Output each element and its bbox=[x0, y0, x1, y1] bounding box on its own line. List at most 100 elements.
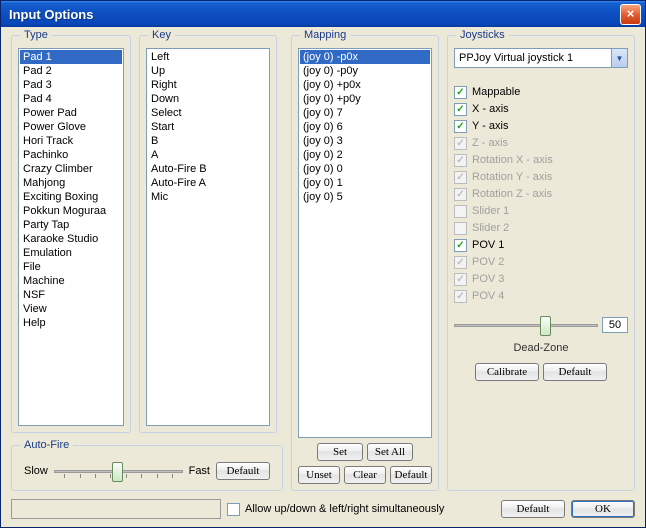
list-item[interactable]: (joy 0) 0 bbox=[300, 162, 430, 176]
list-item[interactable]: NSF bbox=[20, 288, 122, 302]
list-item[interactable]: Right bbox=[148, 78, 268, 92]
checkbox-label: Rotation Z - axis bbox=[472, 186, 552, 203]
list-item[interactable]: Pachinko bbox=[20, 148, 122, 162]
checkbox-label: POV 1 bbox=[472, 237, 504, 254]
list-item[interactable]: (joy 0) -p0y bbox=[300, 64, 430, 78]
list-item[interactable]: Pad 4 bbox=[20, 92, 122, 106]
list-item[interactable]: A bbox=[148, 148, 268, 162]
list-item[interactable]: Power Pad bbox=[20, 106, 122, 120]
joystick-check: ✓ POV 4 bbox=[454, 288, 628, 305]
list-item[interactable]: Left bbox=[148, 50, 268, 64]
joysticks-legend: Joysticks bbox=[456, 29, 509, 41]
list-item[interactable]: Crazy Climber bbox=[20, 162, 122, 176]
type-group: Type Pad 1Pad 2Pad 3Pad 4Power PadPower … bbox=[11, 35, 131, 433]
checkbox-label: POV 2 bbox=[472, 254, 504, 271]
list-item[interactable]: Mic bbox=[148, 190, 268, 204]
list-item[interactable]: Help bbox=[20, 316, 122, 330]
checkbox-icon bbox=[454, 222, 467, 235]
joystick-select[interactable]: PPJoy Virtual joystick 1 ▼ bbox=[454, 48, 628, 68]
list-item[interactable]: (joy 0) +p0y bbox=[300, 92, 430, 106]
calibrate-button[interactable]: Calibrate bbox=[475, 363, 539, 381]
list-item[interactable]: Pad 3 bbox=[20, 78, 122, 92]
list-item[interactable]: Karaoke Studio bbox=[20, 232, 122, 246]
checkbox-icon: ✓ bbox=[454, 171, 467, 184]
list-item[interactable]: Pad 2 bbox=[20, 64, 122, 78]
status-box bbox=[11, 499, 221, 519]
joystick-check[interactable]: ✓ X - axis bbox=[454, 101, 628, 118]
list-item[interactable]: Auto-Fire A bbox=[148, 176, 268, 190]
joysticks-group: Joysticks PPJoy Virtual joystick 1 ▼ ✓Ma… bbox=[447, 35, 635, 491]
list-item[interactable]: (joy 0) 6 bbox=[300, 120, 430, 134]
checkbox-icon: ✓ bbox=[454, 103, 467, 116]
list-item[interactable]: File bbox=[20, 260, 122, 274]
ok-button[interactable]: OK bbox=[571, 500, 635, 518]
joystick-check[interactable]: ✓POV 1 bbox=[454, 237, 628, 254]
input-options-window: Input Options × Type Pad 1Pad 2Pad 3Pad … bbox=[0, 0, 646, 528]
deadzone-value[interactable]: 50 bbox=[602, 317, 628, 333]
list-item[interactable]: View bbox=[20, 302, 122, 316]
mapping-default-button[interactable]: Default bbox=[390, 466, 432, 484]
allow-simul-checkbox[interactable]: Allow up/down & left/right simultaneousl… bbox=[227, 501, 444, 518]
titlebar: Input Options × bbox=[1, 1, 645, 27]
list-item[interactable]: Exciting Boxing bbox=[20, 190, 122, 204]
list-item[interactable]: Start bbox=[148, 120, 268, 134]
list-item[interactable]: (joy 0) -p0x bbox=[300, 50, 430, 64]
joystick-check: ✓ Rotation Y - axis bbox=[454, 169, 628, 186]
list-item[interactable]: Pad 1 bbox=[20, 50, 122, 64]
list-item[interactable]: Hori Track bbox=[20, 134, 122, 148]
list-item[interactable]: Pokkun Moguraa bbox=[20, 204, 122, 218]
joystick-check: ✓POV 3 bbox=[454, 271, 628, 288]
setall-button[interactable]: Set All bbox=[367, 443, 413, 461]
list-item[interactable]: (joy 0) 2 bbox=[300, 148, 430, 162]
list-item[interactable]: Auto-Fire B bbox=[148, 162, 268, 176]
joystick-check[interactable]: ✓Mappable bbox=[454, 84, 628, 101]
checkbox-label: Rotation Y - axis bbox=[472, 169, 552, 186]
joystick-check[interactable]: ✓Y - axis bbox=[454, 118, 628, 135]
list-item[interactable]: (joy 0) +p0x bbox=[300, 78, 430, 92]
deadzone-slider[interactable] bbox=[454, 314, 598, 336]
key-listbox[interactable]: LeftUpRightDownSelectStartBAAuto-Fire BA… bbox=[146, 48, 270, 426]
list-item[interactable]: Up bbox=[148, 64, 268, 78]
checkbox-icon: ✓ bbox=[454, 137, 467, 150]
autofire-default-button[interactable]: Default bbox=[216, 462, 270, 480]
list-item[interactable]: Party Tap bbox=[20, 218, 122, 232]
list-item[interactable]: Mahjong bbox=[20, 176, 122, 190]
checkbox-icon: ✓ bbox=[454, 273, 467, 286]
checkbox-label: X - axis bbox=[472, 101, 509, 118]
checkbox-label: Z - axis bbox=[472, 135, 508, 152]
type-legend: Type bbox=[20, 29, 52, 41]
list-item[interactable]: (joy 0) 7 bbox=[300, 106, 430, 120]
checkbox-icon: ✓ bbox=[454, 290, 467, 303]
joystick-check: ✓Rotation Z - axis bbox=[454, 186, 628, 203]
list-item[interactable]: Down bbox=[148, 92, 268, 106]
checkbox-label: Slider 2 bbox=[472, 220, 509, 237]
list-item[interactable]: (joy 0) 3 bbox=[300, 134, 430, 148]
key-legend: Key bbox=[148, 29, 175, 41]
checkbox-icon: ✓ bbox=[454, 154, 467, 167]
checkbox-icon: ✓ bbox=[454, 256, 467, 269]
bottom-bar: Allow up/down & left/right simultaneousl… bbox=[11, 499, 635, 519]
mapping-listbox[interactable]: (joy 0) -p0x(joy 0) -p0y(joy 0) +p0x(joy… bbox=[298, 48, 432, 438]
joystick-select-value: PPJoy Virtual joystick 1 bbox=[455, 52, 611, 64]
list-item[interactable]: Select bbox=[148, 106, 268, 120]
autofire-legend: Auto-Fire bbox=[20, 439, 73, 451]
type-listbox[interactable]: Pad 1Pad 2Pad 3Pad 4Power PadPower Glove… bbox=[18, 48, 124, 426]
checkbox-label: Y - axis bbox=[472, 118, 508, 135]
unset-button[interactable]: Unset bbox=[298, 466, 340, 484]
list-item[interactable]: Power Glove bbox=[20, 120, 122, 134]
clear-button[interactable]: Clear bbox=[344, 466, 386, 484]
close-button[interactable]: × bbox=[620, 4, 641, 25]
list-item[interactable]: Machine bbox=[20, 274, 122, 288]
window-title: Input Options bbox=[9, 7, 620, 22]
bottom-default-button[interactable]: Default bbox=[501, 500, 565, 518]
list-item[interactable]: (joy 0) 5 bbox=[300, 190, 430, 204]
set-button[interactable]: Set bbox=[317, 443, 363, 461]
autofire-slider[interactable] bbox=[54, 460, 183, 482]
checkbox-label: POV 4 bbox=[472, 288, 504, 305]
deadzone-row: 50 bbox=[454, 314, 628, 336]
list-item[interactable]: Emulation bbox=[20, 246, 122, 260]
joysticks-default-button[interactable]: Default bbox=[543, 363, 607, 381]
mapping-group: Mapping (joy 0) -p0x(joy 0) -p0y(joy 0) … bbox=[291, 35, 439, 491]
list-item[interactable]: B bbox=[148, 134, 268, 148]
list-item[interactable]: (joy 0) 1 bbox=[300, 176, 430, 190]
